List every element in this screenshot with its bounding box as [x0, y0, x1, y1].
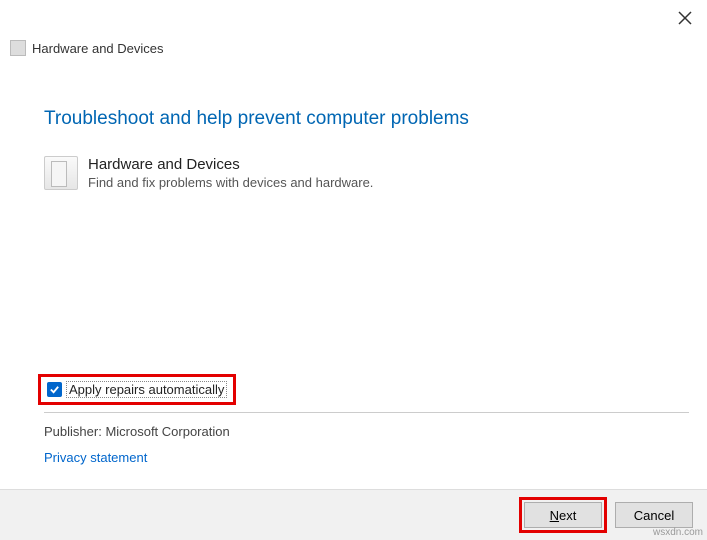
window-header: Hardware and Devices	[10, 40, 164, 56]
page-heading: Troubleshoot and help prevent computer p…	[44, 108, 667, 130]
checkmark-icon	[49, 384, 60, 395]
apply-repairs-checkbox-row[interactable]: Apply repairs automatically	[47, 381, 227, 398]
troubleshooter-description: Find and fix problems with devices and h…	[88, 175, 373, 190]
next-accelerator: N	[550, 508, 559, 523]
troubleshooter-title: Hardware and Devices	[88, 156, 373, 173]
publisher-label: Publisher:	[44, 424, 102, 439]
divider	[44, 412, 689, 413]
close-icon	[678, 11, 692, 25]
next-button[interactable]: Next	[524, 502, 602, 528]
publisher-value: Microsoft Corporation	[105, 424, 229, 439]
privacy-statement-link[interactable]: Privacy statement	[44, 450, 147, 465]
publisher-row: Publisher: Microsoft Corporation	[44, 424, 230, 439]
footer-bar: Next Cancel	[0, 489, 707, 540]
checkbox-highlight: Apply repairs automatically	[38, 374, 236, 405]
troubleshooter-icon	[10, 40, 26, 56]
main-content: Troubleshoot and help prevent computer p…	[44, 108, 667, 190]
apply-repairs-checkbox[interactable]	[47, 382, 62, 397]
next-button-highlight: Next	[519, 497, 607, 533]
troubleshooter-text: Hardware and Devices Find and fix proble…	[88, 156, 373, 190]
apply-repairs-label: Apply repairs automatically	[66, 381, 227, 398]
hardware-icon	[44, 156, 78, 190]
troubleshooter-item: Hardware and Devices Find and fix proble…	[44, 156, 667, 190]
watermark: wsxdn.com	[653, 527, 703, 538]
cancel-button[interactable]: Cancel	[615, 502, 693, 528]
close-button[interactable]	[675, 8, 695, 28]
next-label-rest: ext	[559, 508, 576, 523]
window-title: Hardware and Devices	[32, 41, 164, 56]
